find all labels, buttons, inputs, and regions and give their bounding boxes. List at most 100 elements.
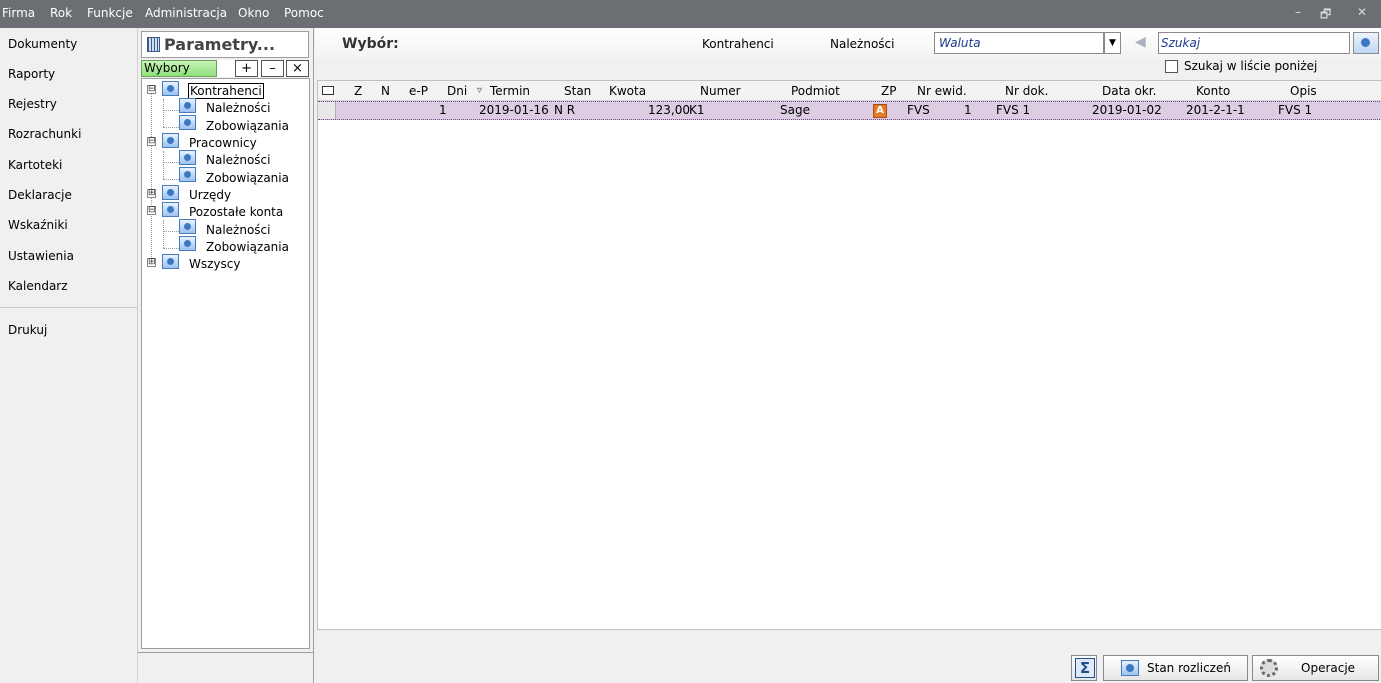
col-e-p[interactable]: e-P [409,84,428,98]
col-numer[interactable]: Numer [700,84,741,98]
contacts-icon [179,150,196,165]
search-icon[interactable] [1353,32,1379,54]
tree-node-kontrahenci-naleznosci[interactable]: Należności [206,101,270,115]
left-navigation: Dokumenty Raporty Rejestry Rozrachunki K… [0,28,138,683]
row-selector[interactable] [318,102,336,119]
tree-node-pozostale-naleznosci[interactable]: Należności [206,223,270,237]
expand-icon[interactable]: ⊞ [147,189,156,198]
cell-nr-ewid-prefix: FVS [907,103,930,117]
nav-deklaracje[interactable]: Deklaracje [8,188,72,202]
collapse-icon[interactable]: ⊟ [147,206,156,215]
contacts-icon [162,81,179,96]
col-opis[interactable]: Opis [1290,84,1317,98]
delete-button[interactable]: × [286,60,309,77]
tree-node-pozostale-zobowiazania[interactable]: Zobowiązania [206,240,289,254]
minimize-button[interactable]: – [1295,5,1301,19]
params-title: Parametry... [164,35,276,54]
tree-node-kontrahenci[interactable]: Kontrahenci [188,83,264,99]
tree-node-urzedy[interactable]: Urzędy [189,188,231,202]
col-stan[interactable]: Stan [564,84,591,98]
params-panel: Parametry... Wybory + – × ⊟ Kontrahenci … [138,28,314,683]
tree-line [163,220,164,248]
zp-badge: A [873,104,887,118]
col-podmiot[interactable]: Podmiot [791,84,840,98]
nav-dokumenty[interactable]: Dokumenty [8,37,77,51]
nav-drukuj[interactable]: Drukuj [8,323,47,337]
currency-select[interactable]: Waluta [934,32,1104,54]
col-dni[interactable]: Dni [447,84,467,98]
menu-administracja[interactable]: Administracja [145,6,227,20]
col-zp[interactable]: ZP [881,84,896,98]
collapse-icon[interactable]: ⊟ [147,85,156,94]
cell-data-okr: 2019-01-02 [1092,103,1162,117]
filter-kontrahenci[interactable]: Kontrahenci [702,37,774,51]
selection-tree: ⊟ Kontrahenci Należności Zobowiązania ⊟ … [141,78,310,649]
menu-rok[interactable]: Rok [50,6,72,20]
nav-ustawienia[interactable]: Ustawienia [8,249,74,263]
menu-pomoc[interactable]: Pomoc [284,6,324,20]
tree-node-pracownicy-zobowiazania[interactable]: Zobowiązania [206,171,289,185]
nav-rozrachunki[interactable]: Rozrachunki [8,127,81,141]
col-termin[interactable]: Termin [490,84,530,98]
remove-button[interactable]: – [261,60,284,77]
cell-dni: 1 [439,103,447,117]
menu-firma[interactable]: Firma [2,6,35,20]
select-all-checkbox[interactable] [322,86,334,95]
col-z[interactable]: Z [354,84,362,98]
contacts-icon [179,167,196,182]
collapse-icon[interactable]: ⊟ [147,137,156,146]
restore-button[interactable]: 🗗 [1320,5,1331,26]
cell-stan: N R [554,103,576,117]
col-nr-ewid[interactable]: Nr ewid. [917,84,967,98]
filter-naleznosci[interactable]: Należności [830,37,894,51]
cell-numer: K1 [689,103,705,117]
menu-bar: Firma Rok Funkcje Administracja Okno Pom… [0,0,1381,28]
tree-node-pozostale-konta[interactable]: Pozostałe konta [189,205,283,219]
close-button[interactable]: ✕ [1357,5,1367,19]
operacje-label: Operacje [1301,661,1356,675]
sum-button[interactable]: Σ [1071,655,1097,681]
cell-kwota: 123,00 [648,103,690,117]
table-row[interactable]: 1 2019-01-16 N R 123,00 K1 Sage A FVS 1 … [318,101,1381,120]
params-header[interactable]: Parametry... [141,31,309,58]
nav-kalendarz[interactable]: Kalendarz [8,279,68,293]
nav-rejestry[interactable]: Rejestry [8,97,57,111]
nav-kartoteki[interactable]: Kartoteki [8,158,62,172]
contacts-icon [179,115,196,130]
contacts-icon [162,185,179,200]
back-arrow-icon[interactable]: ◀ [1135,34,1146,50]
cell-termin: 2019-01-16 [479,103,549,117]
menu-funkcje[interactable]: Funkcje [87,6,133,20]
contacts-icon [162,202,179,217]
tree-node-kontrahenci-zobowiazania[interactable]: Zobowiązania [206,119,289,133]
col-nr-dok[interactable]: Nr dok. [1005,84,1048,98]
contacts-icon [162,133,179,148]
nav-raporty[interactable]: Raporty [8,67,55,81]
operacje-button[interactable]: Operacje [1252,655,1379,681]
col-kwota[interactable]: Kwota [609,84,646,98]
cell-nr-ewid-num: 1 [964,103,972,117]
col-konto[interactable]: Konto [1196,84,1230,98]
main-area: Wybór: Kontrahenci Należności Waluta ▼ ◀… [315,28,1381,683]
cell-nr-dok: FVS 1 [996,103,1031,117]
nav-wskazniki[interactable]: Wskaźniki [8,218,68,232]
col-data-okr[interactable]: Data okr. [1102,84,1156,98]
col-n[interactable]: N [381,84,390,98]
menu-okno[interactable]: Okno [238,6,269,20]
stan-rozliczen-button[interactable]: Stan rozliczeń [1103,655,1248,681]
tree-node-pracownicy[interactable]: Pracownicy [189,136,257,150]
tree-line [163,99,164,127]
search-in-list-checkbox[interactable] [1165,60,1178,73]
tree-node-pracownicy-naleznosci[interactable]: Należności [206,153,270,167]
search-input[interactable]: Szukaj [1158,32,1350,54]
nav-separator [0,307,137,308]
cell-opis: FVS 1 [1278,103,1313,117]
chevron-down-icon[interactable]: ▼ [1104,32,1121,54]
tree-node-wszyscy[interactable]: Wszyscy [189,257,240,271]
add-button[interactable]: + [235,60,258,77]
expand-icon[interactable]: ⊞ [147,258,156,267]
toolbar: Wybór: Kontrahenci Należności Waluta ▼ ◀… [315,28,1381,60]
stan-rozliczen-label: Stan rozliczeń [1147,661,1231,675]
sort-desc-icon: ▿ [477,85,483,96]
contacts-icon [179,98,196,113]
